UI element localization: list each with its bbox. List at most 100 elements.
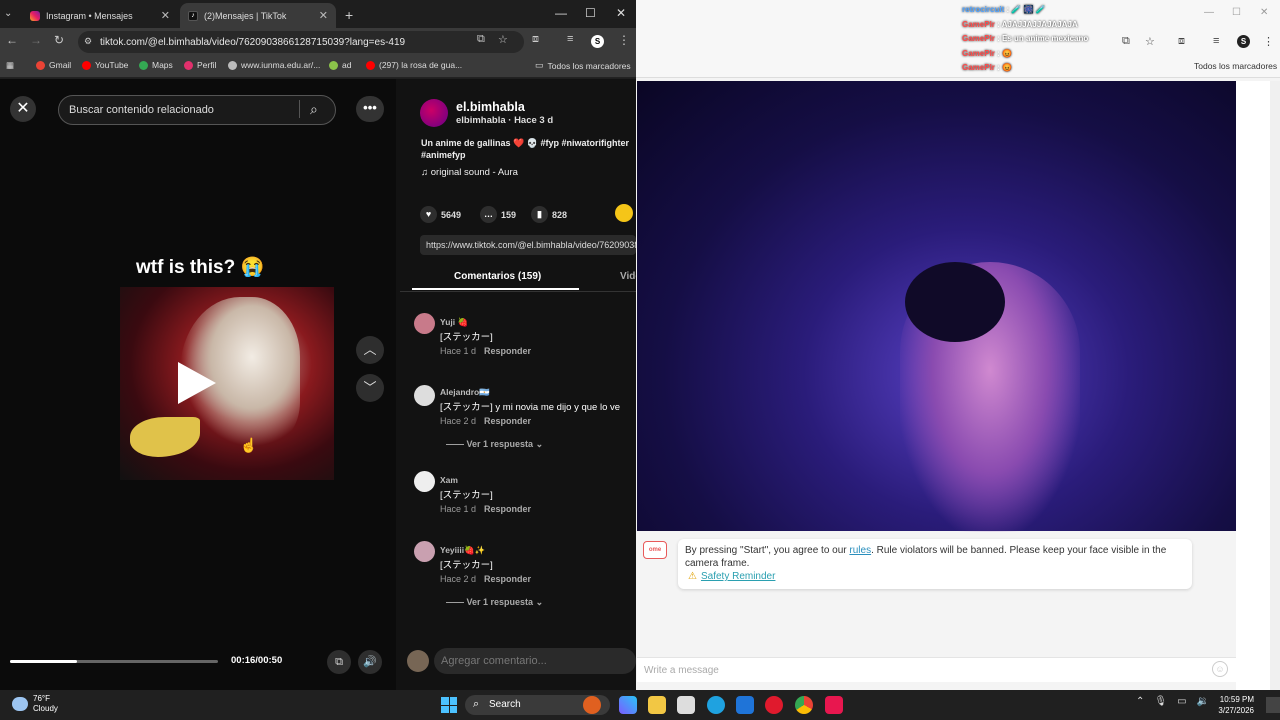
reply-button[interactable]: Responder xyxy=(484,504,531,514)
comment-user[interactable]: Yuji 🍓 xyxy=(440,317,468,328)
apps-icon[interactable]: ▦ xyxy=(6,60,14,71)
star-icon[interactable]: ☆ xyxy=(1145,35,1155,48)
mail-icon[interactable] xyxy=(736,696,754,714)
maximize-icon[interactable]: ☐ xyxy=(585,6,596,20)
close-tab-icon[interactable]: ✕ xyxy=(161,9,170,22)
like-button[interactable]: ♥ 5649 xyxy=(420,206,461,223)
comment-avatar[interactable] xyxy=(414,313,435,334)
microphone-icon[interactable]: 🎙 xyxy=(1154,696,1167,707)
tab-search-icon[interactable]: ⌄ xyxy=(4,8,12,19)
reply-button[interactable]: Responder xyxy=(484,574,531,584)
comment-avatar[interactable] xyxy=(414,471,435,492)
new-tab-icon[interactable]: + xyxy=(345,7,353,23)
bookmark-youtube[interactable]: YouTube xyxy=(82,60,128,70)
comment-avatar[interactable] xyxy=(414,385,435,406)
minimize-icon[interactable]: — xyxy=(1204,7,1214,18)
speaker-icon[interactable]: 🔉 xyxy=(1197,696,1209,707)
previous-video-button[interactable]: ︿ xyxy=(356,336,384,364)
opera-icon[interactable] xyxy=(765,696,783,714)
author-username[interactable]: el.bimhabla xyxy=(456,100,525,114)
post-sound[interactable]: ♫ original sound - Aura xyxy=(421,167,518,178)
video-frame[interactable] xyxy=(120,287,334,480)
weather-widget[interactable]: 76°F Cloudy xyxy=(12,694,58,714)
edge-icon[interactable] xyxy=(707,696,725,714)
related-search-input[interactable]: Buscar contenido relacionado xyxy=(58,95,336,125)
taskbar-widget-icon[interactable] xyxy=(583,696,601,714)
media-icon[interactable]: ≡ xyxy=(567,33,573,45)
comment-avatar[interactable] xyxy=(414,541,435,562)
site-info-icon[interactable]: ⚙ xyxy=(84,36,92,47)
copilot-icon[interactable] xyxy=(619,696,637,714)
gift-icon[interactable] xyxy=(615,204,633,222)
volume-icon[interactable]: 🔊 xyxy=(358,650,382,674)
profile-icon[interactable]: S xyxy=(591,35,604,48)
forward-icon[interactable]: → xyxy=(30,33,42,47)
save-button[interactable]: ▮ 828 xyxy=(531,206,567,223)
comment-user[interactable]: Xam xyxy=(440,475,458,485)
view-replies-button[interactable]: —— Ver 1 respuesta ⌄ xyxy=(446,597,543,608)
message-input[interactable]: Write a message xyxy=(637,657,1236,682)
bookmark-label: Todos los marcadores xyxy=(547,60,631,71)
tab-tiktok[interactable]: ♪ (2)Mensajes | TikTok ✕ xyxy=(180,3,336,28)
bookmark-all[interactable]: Todos los marcadores xyxy=(1194,61,1277,71)
safety-reminder[interactable]: ⚠ Safety Reminder xyxy=(688,571,775,582)
network-icon[interactable]: ▭ xyxy=(1177,696,1186,707)
next-video-button[interactable]: ﹀ xyxy=(356,374,384,402)
extensions-icon[interactable]: ⧈ xyxy=(532,33,539,46)
author-avatar[interactable] xyxy=(420,99,448,127)
url-bar[interactable]: tiktok.com/@el.bimhabla/video/7620903866… xyxy=(78,31,524,53)
tiktok-app-icon[interactable] xyxy=(825,696,843,714)
bookmark-gmail[interactable]: Gmail xyxy=(36,60,71,70)
scrollbar[interactable] xyxy=(1270,81,1280,690)
comment-input[interactable]: Agregar comentario... xyxy=(434,648,636,674)
search-icon[interactable]: ⌕ xyxy=(310,101,318,118)
back-icon[interactable]: ← xyxy=(6,33,18,47)
extensions-icon[interactable]: ⧈ xyxy=(1178,35,1185,48)
ome-logo-icon: ome xyxy=(643,541,667,559)
view-replies-button[interactable]: —— Ver 1 respuesta ⌄ xyxy=(446,439,543,450)
install-icon[interactable]: ⧉ xyxy=(1122,35,1130,48)
minimize-icon[interactable]: — xyxy=(555,6,567,20)
reply-button[interactable]: Responder xyxy=(484,346,531,356)
bookmark-rosa[interactable]: (297) la rosa de gua... xyxy=(366,60,462,70)
bookmark-iunma[interactable]: www.iunma.edu.ar/... xyxy=(228,60,320,70)
comment-user[interactable]: Alejandro🇦🇷 xyxy=(440,387,490,398)
reply-button[interactable]: Responder xyxy=(484,416,531,426)
menu-icon[interactable]: ⋮ xyxy=(1263,35,1274,48)
tab-instagram[interactable]: Instagram • Mensajes ✕ xyxy=(22,3,178,28)
file-explorer-icon[interactable] xyxy=(648,696,666,714)
store-icon[interactable] xyxy=(677,696,695,714)
profile-icon[interactable]: S xyxy=(1237,35,1250,48)
comment-button[interactable]: … 159 xyxy=(480,206,516,223)
reload-icon[interactable]: ↻ xyxy=(54,33,64,47)
close-window-icon[interactable]: ✕ xyxy=(1260,7,1268,18)
more-options-button[interactable]: ••• xyxy=(356,96,384,122)
post-link[interactable]: https://www.tiktok.com/@el.bimhabla/vide… xyxy=(420,235,636,255)
bookmark-maps[interactable]: Maps xyxy=(139,60,173,70)
star-icon[interactable]: ☆ xyxy=(498,33,508,46)
safety-link[interactable]: Safety Reminder xyxy=(701,571,775,582)
pip-icon[interactable]: ⧉ xyxy=(327,650,351,674)
menu-icon[interactable]: ⋮ xyxy=(618,33,630,47)
maximize-icon[interactable]: ☐ xyxy=(1232,7,1241,18)
instagram-icon xyxy=(30,10,40,21)
notification-icon[interactable] xyxy=(1266,697,1280,713)
chevron-up-icon[interactable]: ⌃ xyxy=(1136,696,1144,707)
bookmark-perfil[interactable]: Perfil xyxy=(184,60,216,70)
rules-link[interactable]: rules xyxy=(849,545,871,556)
windows-start-icon[interactable] xyxy=(441,697,457,713)
comment-user[interactable]: Yeyiiii🍓✨ xyxy=(440,545,485,556)
chat-user: GamePlr xyxy=(962,63,995,72)
play-icon[interactable] xyxy=(178,362,216,404)
install-icon[interactable]: ⧉ xyxy=(477,33,485,46)
tab-comments[interactable]: Comentarios (159) xyxy=(454,271,541,282)
emoji-icon[interactable]: ☺ xyxy=(1212,661,1228,677)
bookmark-ad[interactable]: ad xyxy=(329,60,351,70)
close-window-icon[interactable]: ✕ xyxy=(616,6,626,20)
close-tab-icon[interactable]: ✕ xyxy=(319,9,328,22)
close-player-button[interactable]: ✕ xyxy=(10,96,36,122)
clock[interactable]: 10:59 PM 3/27/2026 xyxy=(1216,694,1254,716)
chrome-icon[interactable] xyxy=(795,696,813,714)
media-icon[interactable]: ≡ xyxy=(1213,35,1219,47)
bookmark-all[interactable]: ▭ Todos los marcadores xyxy=(535,60,631,71)
